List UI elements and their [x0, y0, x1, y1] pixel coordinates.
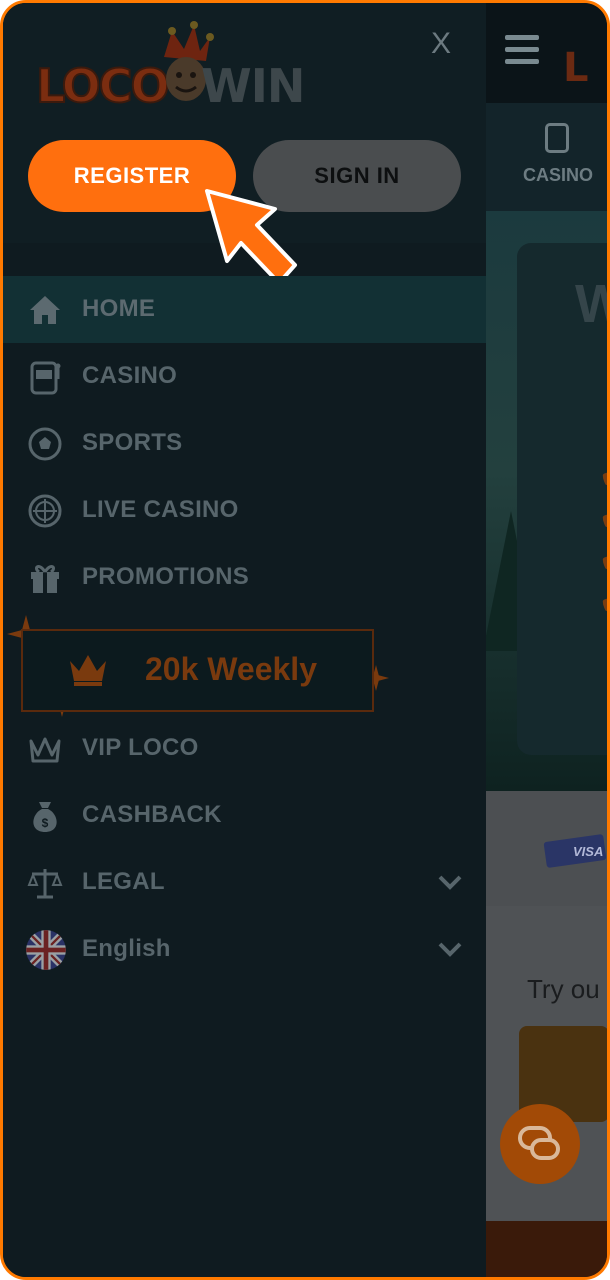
logo-text-loco: LOCO [35, 58, 171, 114]
locowin-logo[interactable]: LOCO WIN [35, 21, 305, 114]
soccer-ball-icon [28, 427, 62, 461]
menu-item-label: VIP LOCO [82, 734, 199, 761]
drawer-menu: HOME CASINO SPORTS LIVE CASINO PROMOTION… [3, 276, 486, 983]
check-icon: ✔ [599, 579, 607, 624]
check-icon: ✔ [599, 453, 607, 498]
background-footer [483, 1221, 607, 1277]
background-hero-card: W ✔ ✔ ✔ ✔ [517, 243, 607, 755]
svg-text:$: $ [42, 816, 49, 830]
hero-heading-fragment: W [575, 273, 607, 335]
background-nav-casino[interactable]: CASINO [523, 165, 593, 186]
check-icon: ✔ [599, 537, 607, 582]
menu-item-label: LIVE CASINO [82, 496, 239, 523]
slot-machine-icon [30, 361, 61, 395]
side-drawer: LOCO WIN X REGISTER SIGN IN HOME CASINO … [3, 3, 486, 1277]
menu-item-label: English [82, 935, 171, 962]
chat-button[interactable] [500, 1104, 580, 1184]
visa-label: VISA [573, 844, 604, 859]
menu-item-sports[interactable]: SPORTS [3, 410, 486, 477]
weekly-promo-text: 20k Weekly [145, 651, 317, 687]
hamburger-menu-icon[interactable] [505, 35, 539, 65]
background-header: L [483, 3, 607, 103]
logo-text-win: WIN [201, 59, 305, 113]
menu-item-vip-loco[interactable]: VIP LOCO [3, 715, 486, 782]
menu-item-label: SPORTS [82, 429, 183, 456]
promo-banner-wrap: 20k Weekly [3, 611, 486, 717]
menu-item-label: CASHBACK [82, 801, 222, 828]
menu-item-cashback[interactable]: $ CASHBACK [3, 782, 486, 849]
menu-item-label: LEGAL [82, 868, 165, 895]
try-text: Try ou [527, 974, 600, 1004]
chevron-down-icon[interactable] [437, 938, 463, 960]
weekly-promo-banner[interactable]: 20k Weekly [21, 629, 374, 712]
menu-item-language[interactable]: English [3, 916, 486, 983]
money-bag-icon: $ [33, 802, 57, 832]
menu-item-live-casino[interactable]: LIVE CASINO [3, 477, 486, 544]
menu-item-label: PROMOTIONS [82, 563, 250, 590]
close-drawer-button[interactable]: X [431, 27, 451, 61]
menu-item-home[interactable]: HOME [3, 276, 486, 343]
check-icon: ✔ [599, 495, 607, 540]
menu-item-casino[interactable]: CASINO [3, 343, 486, 410]
home-icon [30, 296, 60, 324]
roulette-icon [28, 494, 62, 528]
chat-bubble-icon [530, 1138, 560, 1160]
device-frame: L CASINO W ✔ ✔ ✔ ✔ VISA Try ou [0, 0, 610, 1280]
uk-flag-icon [26, 930, 66, 970]
gift-icon [31, 565, 59, 593]
payment-strip: VISA [483, 791, 607, 906]
background-nav: CASINO [483, 103, 607, 211]
background-hero: W ✔ ✔ ✔ ✔ [483, 211, 607, 791]
background-logo-fragment: L [563, 45, 589, 91]
menu-item-legal[interactable]: LEGAL [3, 849, 486, 916]
crown-outline-icon [29, 737, 61, 763]
menu-item-label: HOME [82, 295, 156, 322]
background-page: L CASINO W ✔ ✔ ✔ ✔ VISA Try ou [483, 3, 607, 1277]
menu-item-label: CASINO [82, 362, 178, 389]
chevron-down-icon[interactable] [437, 871, 463, 893]
menu-item-promotions[interactable]: PROMOTIONS [3, 544, 486, 611]
crown-icon [70, 655, 106, 686]
slot-machine-icon [545, 123, 569, 153]
scales-icon [27, 869, 63, 899]
